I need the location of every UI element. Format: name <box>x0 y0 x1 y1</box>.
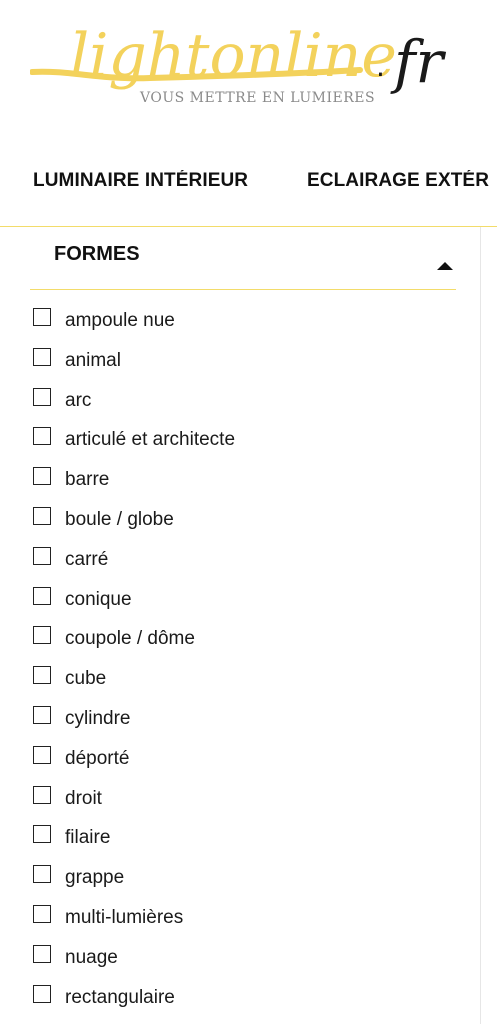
checkbox[interactable] <box>33 904 51 923</box>
filter-option-ampoule-nue[interactable]: ampoule nue <box>33 307 473 347</box>
filter-option-droit[interactable]: droit <box>33 785 473 825</box>
checkbox[interactable] <box>33 984 51 1003</box>
option-label: cube <box>65 668 107 690</box>
option-label: coupole / dôme <box>65 628 195 650</box>
filter-option-articule-architecte[interactable]: articulé et architecte <box>33 426 473 466</box>
option-label: multi-lumières <box>65 906 184 928</box>
nav-divider <box>0 226 497 227</box>
logo-graphic: lightonline . fr VOUS METTRE EN LUMIERES <box>30 21 446 106</box>
checkbox[interactable] <box>33 347 51 366</box>
option-label: nuage <box>65 946 118 968</box>
filter-formes-header[interactable]: FORMES <box>30 240 456 290</box>
logo-brand-text: lightonline <box>70 21 397 91</box>
checkbox[interactable] <box>33 865 51 884</box>
nav-item-eclairage-exterieur[interactable]: ECLAIRAGE EXTÉR <box>307 170 489 192</box>
option-label: grappe <box>65 867 125 889</box>
option-label: droit <box>65 787 102 809</box>
option-label: déporté <box>65 747 130 769</box>
checkbox[interactable] <box>33 785 51 804</box>
option-label: animal <box>65 349 121 371</box>
filter-option-rectangulaire[interactable]: rectangulaire <box>33 984 473 1024</box>
checkbox[interactable] <box>33 666 51 685</box>
panel-right-border <box>480 227 481 1024</box>
checkbox[interactable] <box>33 825 51 844</box>
option-label: arc <box>65 389 92 411</box>
option-label: filaire <box>65 827 111 849</box>
filter-option-filaire[interactable]: filaire <box>33 824 473 864</box>
filter-divider <box>30 289 456 290</box>
filter-option-nuage[interactable]: nuage <box>33 944 473 984</box>
option-label: carré <box>65 548 109 570</box>
filter-option-arc[interactable]: arc <box>33 387 473 427</box>
option-label: conique <box>65 588 132 610</box>
option-label: ampoule nue <box>65 310 175 331</box>
checkbox[interactable] <box>33 705 51 724</box>
option-label: articulé et architecte <box>65 429 236 451</box>
checkbox[interactable] <box>33 546 51 565</box>
filter-option-coupole-dome[interactable]: coupole / dôme <box>33 625 473 665</box>
checkbox[interactable] <box>33 745 51 764</box>
checkbox[interactable] <box>33 506 51 525</box>
filter-option-carre[interactable]: carré <box>33 546 473 586</box>
caret-up-icon[interactable] <box>437 262 453 270</box>
main-nav: LUMINAIRE INTÉRIEUR ECLAIRAGE EXTÉR <box>0 170 497 200</box>
checkbox[interactable] <box>33 387 51 406</box>
filter-options-list: ampoule nue animal arc articulé et archi… <box>33 307 473 1023</box>
filter-title: FORMES <box>54 243 140 265</box>
checkbox[interactable] <box>33 427 51 446</box>
filter-option-grappe[interactable]: grappe <box>33 864 473 904</box>
filter-option-cube[interactable]: cube <box>33 665 473 705</box>
site-logo[interactable]: lightonline . fr VOUS METTRE EN LUMIERES <box>30 18 480 118</box>
checkbox[interactable] <box>33 626 51 645</box>
option-label: rectangulaire <box>65 986 175 1008</box>
filter-option-multi-lumieres[interactable]: multi-lumières <box>33 904 473 944</box>
filter-option-animal[interactable]: animal <box>33 347 473 387</box>
option-label: boule / globe <box>65 508 174 530</box>
logo-tld-text: fr <box>390 28 446 96</box>
page: lightonline . fr VOUS METTRE EN LUMIERES… <box>0 0 497 1024</box>
nav-item-luminaire-interieur[interactable]: LUMINAIRE INTÉRIEUR <box>33 170 248 192</box>
filter-option-boule-globe[interactable]: boule / globe <box>33 506 473 546</box>
logo-dot: . <box>376 50 385 83</box>
logo-tagline: VOUS METTRE EN LUMIERES <box>139 90 375 106</box>
filter-option-cylindre[interactable]: cylindre <box>33 705 473 745</box>
option-label: cylindre <box>65 707 131 729</box>
checkbox[interactable] <box>33 467 51 486</box>
filter-option-conique[interactable]: conique <box>33 586 473 626</box>
checkbox[interactable] <box>33 586 51 605</box>
filter-option-deporte[interactable]: déporté <box>33 745 473 785</box>
filter-option-barre[interactable]: barre <box>33 466 473 506</box>
checkbox[interactable] <box>33 944 51 963</box>
checkbox[interactable] <box>33 308 51 326</box>
option-label: barre <box>65 469 110 491</box>
